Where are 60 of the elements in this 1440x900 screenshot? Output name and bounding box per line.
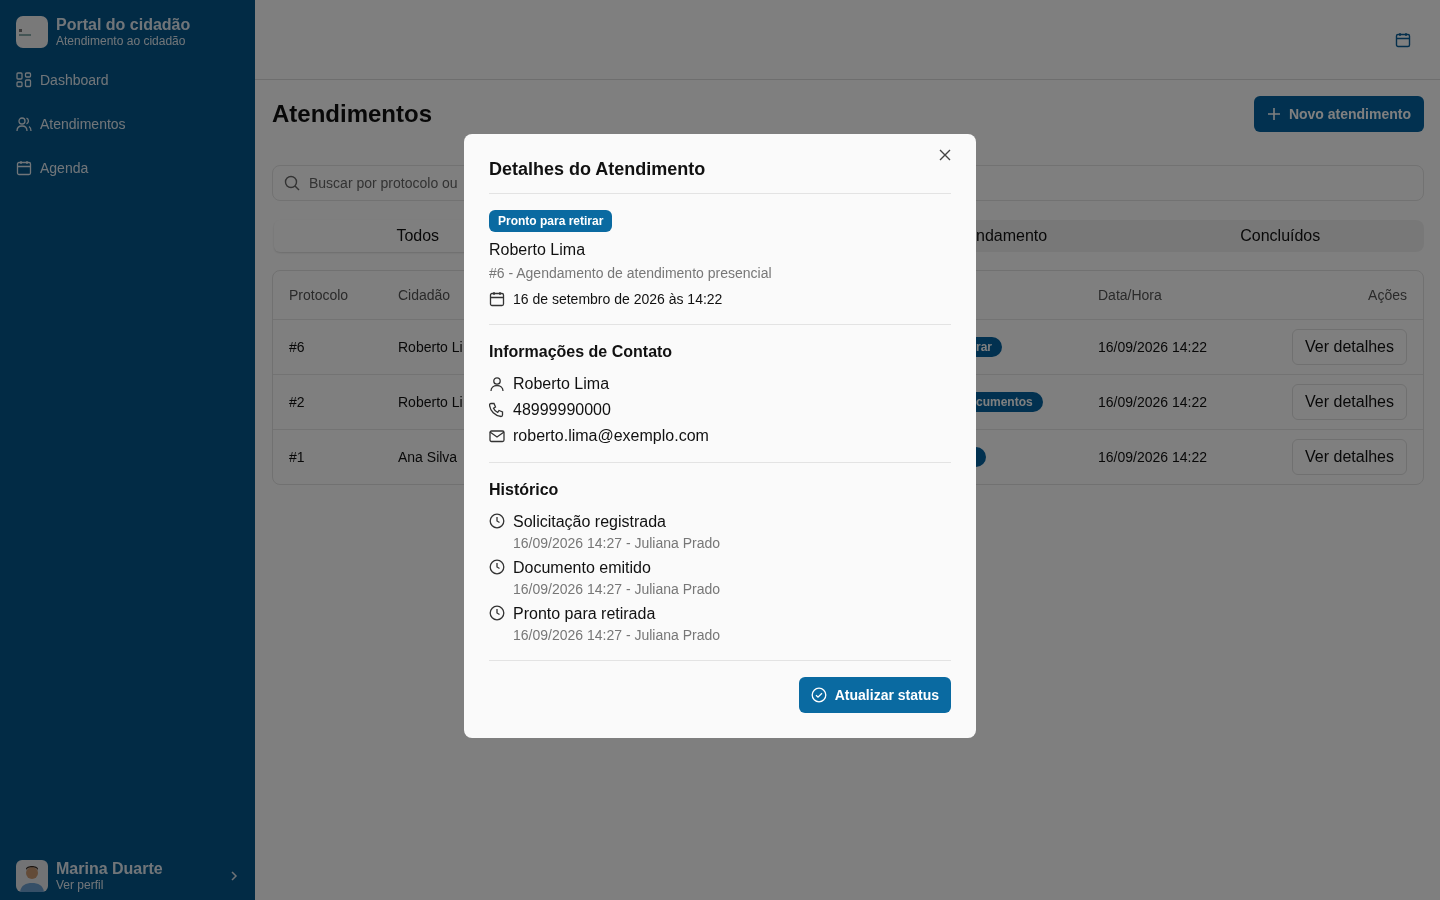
table-cell: #6: [289, 339, 305, 355]
user-profile[interactable]: Marina Duarte Ver perfil: [0, 850, 255, 900]
column-header: Cidadão: [398, 287, 451, 303]
calendar-icon: [489, 291, 505, 307]
history-event: Solicitação registrada: [513, 513, 667, 531]
table-cell: 16/09/2026 14:22: [1098, 449, 1207, 465]
sidebar-item[interactable]: Agenda: [8, 146, 247, 190]
page-title: Atendimentos: [272, 100, 432, 128]
app-title: Portal do cidadão: [56, 16, 191, 34]
logo-icon: [16, 16, 48, 48]
section-title: Histórico: [489, 481, 560, 499]
table-cell: #1: [289, 449, 305, 465]
sidebar-item[interactable]: Atendimentos: [8, 102, 247, 146]
filter-tab[interactable]: Concluídos: [1136, 220, 1424, 252]
history-meta: 16/09/2026 14:27 - Juliana Prado: [513, 535, 721, 551]
update-status-button[interactable]: Atualizar status: [798, 677, 951, 713]
table-cell: 16/09/2026 14:22: [1098, 394, 1207, 410]
grid-icon: [16, 72, 32, 88]
column-header: Ações: [1368, 287, 1407, 303]
calendar-icon[interactable]: [1395, 31, 1411, 48]
person-icon: [489, 376, 505, 392]
new-button[interactable]: Novo atendimento: [1253, 96, 1424, 132]
chevron-right-icon: [229, 870, 239, 882]
details-button[interactable]: Ver detalhes: [1292, 384, 1407, 420]
users-icon: [16, 116, 32, 132]
table-cell: Ana Silva: [398, 449, 458, 465]
sidebar-item[interactable]: Dashboard: [8, 58, 247, 102]
history-event: Pronto para retirada: [513, 605, 657, 623]
column-header: Data/Hora: [1098, 287, 1162, 303]
clock-icon: [489, 559, 505, 575]
profile-link[interactable]: Ver perfil: [56, 878, 221, 892]
column-header: Protocolo: [289, 287, 349, 303]
details-button[interactable]: Ver detalhes: [1292, 439, 1407, 475]
dialog-title: Detalhes do Atendimento: [489, 159, 706, 180]
contact-detail: Roberto Lima: [513, 375, 610, 393]
history-meta: 16/09/2026 14:27 - Juliana Prado: [513, 581, 721, 597]
status-badge: Pronto para retirar: [489, 210, 613, 232]
table-cell: Roberto Li: [398, 394, 463, 410]
appointment-date: 16 de setembro de 2026 às 14:22: [513, 291, 723, 307]
user-name: Marina Duarte: [56, 860, 164, 878]
details-button[interactable]: Ver detalhes: [1292, 329, 1407, 365]
plus-icon: [1266, 107, 1281, 121]
phone-icon: [489, 402, 505, 418]
contact-detail: roberto.lima@exemplo.com: [513, 427, 709, 445]
clock-icon: [489, 513, 505, 529]
request-subtitle: #6 - Agendamento de atendimento presencial: [489, 265, 773, 281]
contact-detail: 48999990000: [513, 401, 611, 419]
calendar-icon: [16, 160, 32, 176]
table-cell: #2: [289, 394, 305, 410]
avatar-icon: [16, 860, 48, 892]
history-meta: 16/09/2026 14:27 - Juliana Prado: [513, 627, 721, 643]
table-cell: 16/09/2026 14:22: [1098, 339, 1207, 355]
mail-icon: [489, 428, 505, 444]
history-event: Documento emitido: [513, 559, 652, 577]
check-circle-icon: [810, 687, 827, 703]
clock-icon: [489, 605, 505, 621]
close-icon[interactable]: [939, 148, 951, 161]
section-title: Informações de Contato: [489, 343, 674, 361]
table-cell: Roberto Li: [398, 339, 463, 355]
app-subtitle: Atendimento ao cidadão: [56, 34, 187, 48]
